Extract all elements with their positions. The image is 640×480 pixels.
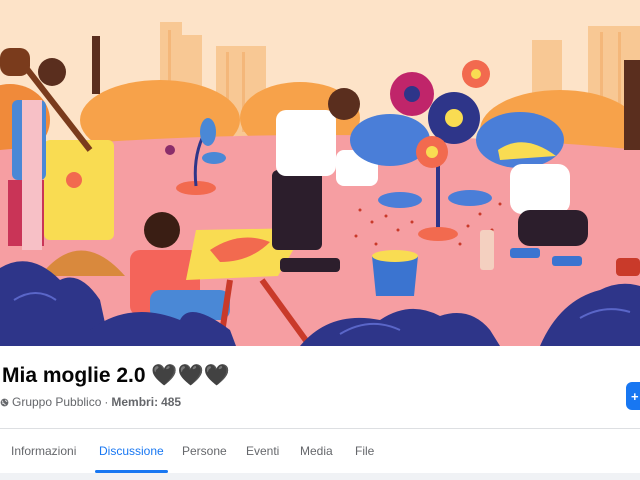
tab-eventi[interactable]: Eventi xyxy=(246,429,279,473)
cover-illustration xyxy=(0,0,640,346)
person-add-icon: + xyxy=(631,389,639,404)
tab-informazioni[interactable]: Informazioni xyxy=(11,429,76,473)
tab-media[interactable]: Media xyxy=(300,429,333,473)
globe-icon xyxy=(0,398,9,406)
tab-discussione[interactable]: Discussione xyxy=(95,429,168,473)
tab-persone[interactable]: Persone xyxy=(182,429,227,473)
group-tabs: Informazioni Discussione Persone Eventi … xyxy=(0,429,640,473)
page-background-strip xyxy=(0,473,640,480)
group-meta: Gruppo Pubblico · Membri: 485 xyxy=(0,395,181,409)
privacy-label[interactable]: Gruppo Pubblico xyxy=(12,395,101,409)
members-count[interactable]: 485 xyxy=(161,395,181,409)
join-group-button[interactable]: + xyxy=(626,382,640,410)
group-cover-photo[interactable] xyxy=(0,0,640,346)
members-label[interactable]: Membri: xyxy=(111,395,158,409)
tab-file[interactable]: File xyxy=(355,429,374,473)
meta-separator: · xyxy=(104,395,109,409)
group-title[interactable]: Mia moglie 2.0 🖤🖤🖤 xyxy=(2,364,230,388)
